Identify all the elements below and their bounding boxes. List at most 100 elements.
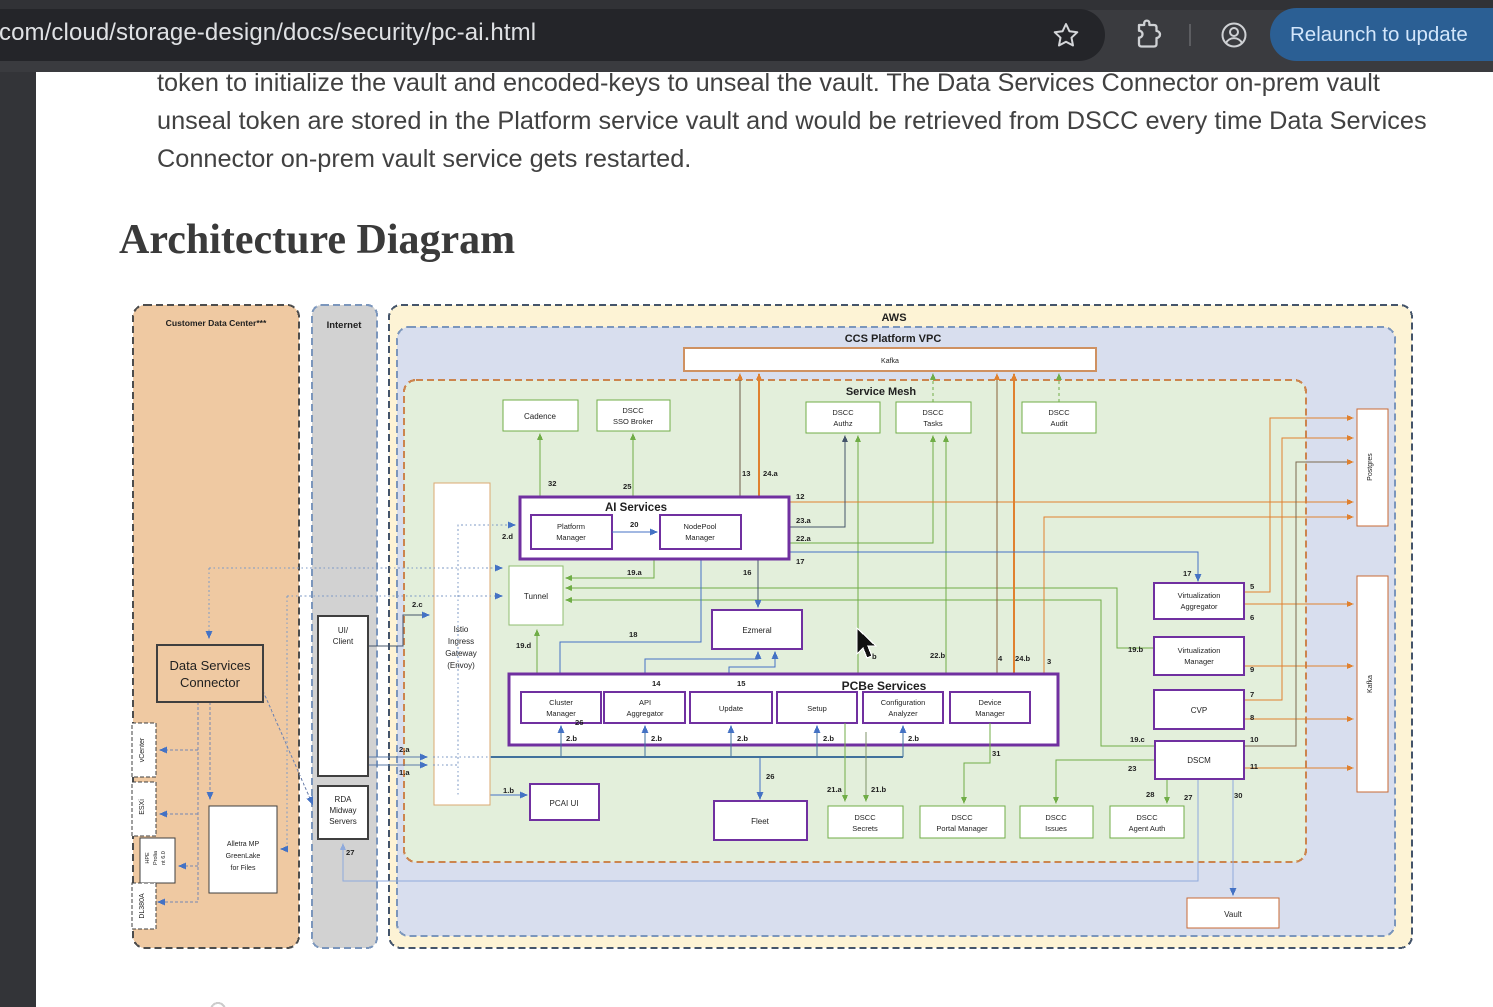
svg-text:Alletra MP: Alletra MP <box>227 841 260 848</box>
svg-text:Cadence: Cadence <box>524 412 557 421</box>
svg-text:30: 30 <box>1234 791 1242 800</box>
svg-text:21.a: 21.a <box>827 785 843 794</box>
svg-text:DSCC: DSCC <box>951 813 973 822</box>
svg-text:Customer Data Center***: Customer Data Center*** <box>166 318 267 328</box>
svg-text:Device: Device <box>979 698 1002 707</box>
svg-text:Secrets: Secrets <box>852 824 878 833</box>
svg-text:Tunnel: Tunnel <box>524 592 548 601</box>
svg-text:Postgres: Postgres <box>1367 453 1374 481</box>
svg-text:12: 12 <box>796 492 804 501</box>
svg-text:HPE: HPE <box>145 852 151 864</box>
svg-text:Virtualization: Virtualization <box>1178 646 1221 655</box>
svg-text:Issues: Issues <box>1045 824 1067 833</box>
svg-text:Cluster: Cluster <box>549 698 573 707</box>
svg-text:2.b: 2.b <box>566 734 577 743</box>
svg-text:NodePool: NodePool <box>684 522 717 531</box>
svg-text:18: 18 <box>629 630 637 639</box>
svg-text:for Files: for Files <box>231 865 256 872</box>
svg-text:Servers: Servers <box>329 817 357 826</box>
svg-text:6: 6 <box>1250 613 1254 622</box>
svg-text:Client: Client <box>333 637 354 646</box>
svg-text:Manager: Manager <box>975 709 1005 718</box>
svg-text:17: 17 <box>1183 569 1191 578</box>
svg-text:Midway: Midway <box>329 806 356 815</box>
svg-text:SSO Broker: SSO Broker <box>613 417 654 426</box>
svg-text:Agent Auth: Agent Auth <box>1129 824 1166 833</box>
svg-text:b: b <box>872 652 877 661</box>
svg-text:2.b: 2.b <box>823 734 834 743</box>
svg-text:13: 13 <box>742 469 750 478</box>
svg-text:Ingress: Ingress <box>448 637 474 646</box>
svg-text:16: 16 <box>743 568 751 577</box>
svg-text:26: 26 <box>575 718 583 727</box>
svg-text:25: 25 <box>623 482 632 491</box>
svg-text:Manager: Manager <box>1184 657 1214 666</box>
svg-text:Gateway: Gateway <box>445 649 477 658</box>
svg-text:20: 20 <box>630 520 638 529</box>
svg-text:Service Mesh: Service Mesh <box>846 386 917 398</box>
svg-text:Internet: Internet <box>327 320 363 331</box>
svg-text:26: 26 <box>766 772 774 781</box>
svg-text:1.b: 1.b <box>503 786 514 795</box>
svg-text:22.b: 22.b <box>930 651 946 660</box>
svg-text:vCenter: vCenter <box>139 737 146 762</box>
svg-text:Manager: Manager <box>546 709 576 718</box>
svg-text:32: 32 <box>548 479 556 488</box>
svg-text:DSCC: DSCC <box>854 813 876 822</box>
svg-text:DSCC: DSCC <box>1048 408 1070 417</box>
svg-text:Aggregator: Aggregator <box>1180 602 1218 611</box>
svg-text:2.b: 2.b <box>651 734 662 743</box>
svg-text:1.a: 1.a <box>399 768 410 777</box>
svg-text:Vault: Vault <box>1224 910 1242 919</box>
svg-text:Prolia: Prolia <box>153 850 159 865</box>
svg-text:UI/: UI/ <box>338 626 349 635</box>
svg-text:API: API <box>639 698 651 707</box>
svg-text:DSCC: DSCC <box>1045 813 1067 822</box>
svg-text:23: 23 <box>1128 764 1136 773</box>
svg-text:Authz: Authz <box>833 419 852 428</box>
svg-text:8: 8 <box>1250 713 1254 722</box>
svg-text:Ezmeral: Ezmeral <box>742 626 772 635</box>
svg-text:DSCC: DSCC <box>832 408 854 417</box>
svg-text:2.b: 2.b <box>737 734 748 743</box>
svg-text:Virtualization: Virtualization <box>1178 591 1221 600</box>
svg-text:10: 10 <box>1250 735 1258 744</box>
svg-text:31: 31 <box>992 749 1001 758</box>
svg-text:22.a: 22.a <box>796 534 812 543</box>
svg-text:CCS Platform VPC: CCS Platform VPC <box>845 333 942 345</box>
svg-text:PCAI UI: PCAI UI <box>550 799 579 808</box>
svg-text:Kafka: Kafka <box>881 358 899 365</box>
svg-text:DSCC: DSCC <box>622 406 644 415</box>
svg-text:15: 15 <box>737 679 746 688</box>
svg-text:Tasks: Tasks <box>923 419 942 428</box>
svg-text:3: 3 <box>1047 657 1051 666</box>
svg-text:AWS: AWS <box>881 312 906 324</box>
svg-text:Manager: Manager <box>556 533 586 542</box>
svg-text:ESXi: ESXi <box>139 799 146 815</box>
svg-text:24.b: 24.b <box>1015 654 1031 663</box>
svg-text:Connector: Connector <box>180 675 241 690</box>
svg-text:DSCC: DSCC <box>922 408 944 417</box>
svg-text:Aggregator: Aggregator <box>626 709 664 718</box>
svg-text:Data Services: Data Services <box>170 658 251 673</box>
svg-text:Update: Update <box>719 704 743 713</box>
svg-text:(Envoy): (Envoy) <box>447 661 475 670</box>
svg-text:Fleet: Fleet <box>751 817 770 826</box>
svg-text:19.d: 19.d <box>516 641 532 650</box>
svg-text:24.a: 24.a <box>763 469 779 478</box>
svg-text:Setup: Setup <box>807 704 827 713</box>
svg-text:23.a: 23.a <box>796 516 812 525</box>
svg-text:PCBe Services: PCBe Services <box>842 679 927 693</box>
svg-text:2.d: 2.d <box>502 532 513 541</box>
svg-text:7: 7 <box>1250 690 1254 699</box>
svg-text:Platform: Platform <box>557 522 585 531</box>
svg-text:DL380A: DL380A <box>139 893 146 919</box>
svg-text:19.b: 19.b <box>1128 645 1144 654</box>
svg-text:RDA: RDA <box>335 795 353 804</box>
svg-text:2.b: 2.b <box>908 734 919 743</box>
svg-text:11: 11 <box>1250 762 1259 771</box>
svg-text:21.b: 21.b <box>871 785 887 794</box>
svg-text:Audit: Audit <box>1050 419 1068 428</box>
svg-text:19.c: 19.c <box>1130 735 1145 744</box>
svg-text:Portal Manager: Portal Manager <box>936 824 988 833</box>
